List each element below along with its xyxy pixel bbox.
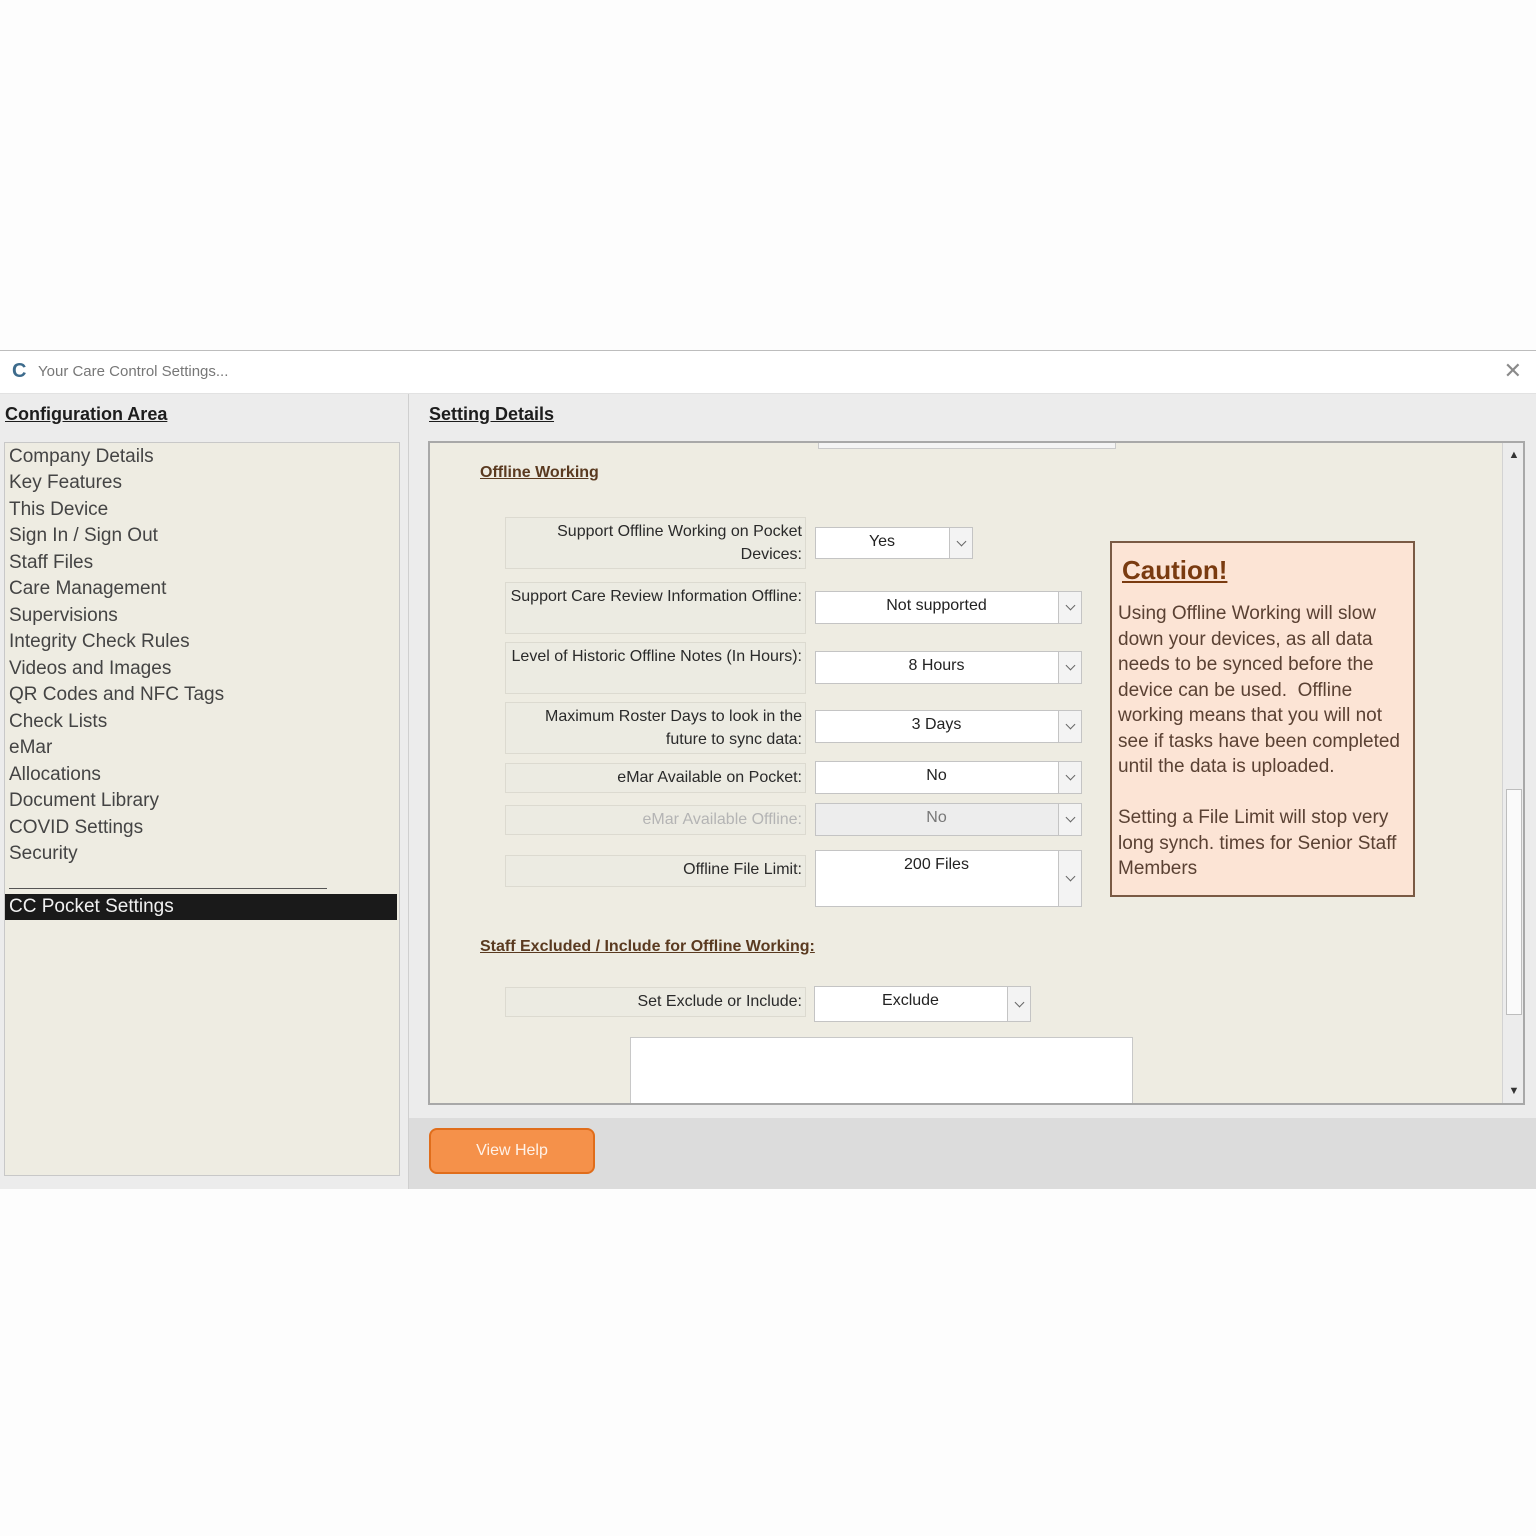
nav-item-check-lists[interactable]: Check Lists — [5, 709, 397, 735]
caution-box: Caution! Using Offline Working will slow… — [1110, 541, 1415, 897]
footer-bar: View Help — [409, 1118, 1536, 1189]
offline-working-heading: Offline Working — [480, 464, 599, 481]
partial-field-above — [818, 443, 1116, 449]
nav-item-document-library[interactable]: Document Library — [5, 788, 397, 814]
nav-item-integrity-check-rules[interactable]: Integrity Check Rules — [5, 629, 397, 655]
emar-offline-select: No — [815, 803, 1082, 836]
view-help-button[interactable]: View Help — [429, 1128, 595, 1174]
nav-divider — [9, 888, 327, 889]
setting-details-heading: Setting Details — [429, 404, 555, 424]
vertical-scrollbar[interactable]: ▲ ▼ — [1502, 443, 1523, 1103]
staff-exclude-heading: Staff Excluded / Include for Offline Wor… — [480, 938, 815, 955]
staff-list-box[interactable] — [630, 1037, 1133, 1103]
chevron-down-icon[interactable] — [1058, 851, 1081, 906]
chevron-down-icon[interactable] — [1058, 711, 1081, 742]
support-offline-label: Support Offline Working on Pocket Device… — [505, 517, 806, 569]
nav-item-security[interactable]: Security — [5, 841, 397, 867]
configuration-list: Company Details Key Features This Device… — [4, 442, 400, 1176]
nav-item-care-management[interactable]: Care Management — [5, 576, 397, 602]
emar-offline-label: eMar Available Offline: — [505, 805, 806, 835]
scroll-down-arrow-icon[interactable]: ▼ — [1506, 1084, 1522, 1098]
caution-title: Caution! — [1122, 555, 1228, 585]
chevron-down-icon[interactable] — [1007, 987, 1030, 1021]
historic-notes-value: 8 Hours — [908, 657, 965, 674]
configuration-pane: Configuration Area Company Details Key F… — [0, 394, 409, 1189]
settings-window: C Your Care Control Settings... ✕ Config… — [0, 350, 1536, 1189]
support-offline-select[interactable]: Yes — [815, 527, 973, 559]
emar-pocket-select[interactable]: No — [815, 761, 1082, 794]
nav-item-supervisions[interactable]: Supervisions — [5, 603, 397, 629]
settings-scroll-area: Offline Working Support Offline Working … — [428, 441, 1525, 1105]
nav-item-company-details[interactable]: Company Details — [5, 444, 397, 470]
nav-item-videos-and-images[interactable]: Videos and Images — [5, 656, 397, 682]
nav-item-cc-pocket-settings[interactable]: CC Pocket Settings — [5, 894, 397, 920]
setting-details-pane: Setting Details Offline Working Support … — [409, 394, 1536, 1189]
emar-pocket-label: eMar Available on Pocket: — [505, 763, 806, 793]
nav-item-covid-settings[interactable]: COVID Settings — [5, 815, 397, 841]
care-review-offline-label: Support Care Review Information Offline: — [505, 582, 806, 634]
window-title: Your Care Control Settings... — [38, 363, 229, 380]
file-limit-value: 200 Files — [904, 856, 969, 873]
roster-days-label: Maximum Roster Days to look in the futur… — [505, 702, 806, 754]
file-limit-label: Offline File Limit: — [505, 855, 806, 887]
nav-item-this-device[interactable]: This Device — [5, 497, 397, 523]
support-offline-value: Yes — [868, 533, 896, 550]
chevron-down-icon[interactable] — [1058, 762, 1081, 793]
close-icon[interactable]: ✕ — [1504, 359, 1522, 383]
scroll-up-arrow-icon[interactable]: ▲ — [1506, 448, 1522, 462]
chevron-down-icon[interactable] — [1058, 652, 1081, 683]
historic-notes-select[interactable]: 8 Hours — [815, 651, 1082, 684]
nav-item-staff-files[interactable]: Staff Files — [5, 550, 397, 576]
caution-text: Using Offline Working will slow down you… — [1118, 603, 1401, 879]
configuration-area-heading: Configuration Area — [5, 404, 168, 424]
care-review-offline-select[interactable]: Not supported — [815, 591, 1082, 624]
chevron-down-icon[interactable] — [1058, 592, 1081, 623]
emar-pocket-value: No — [926, 767, 947, 784]
title-bar: C Your Care Control Settings... ✕ — [0, 351, 1536, 394]
care-control-logo-icon: C — [12, 360, 27, 382]
nav-item-allocations[interactable]: Allocations — [5, 762, 397, 788]
roster-days-select[interactable]: 3 Days — [815, 710, 1082, 743]
exclude-include-select[interactable]: Exclude — [814, 986, 1031, 1022]
nav-item-key-features[interactable]: Key Features — [5, 470, 397, 496]
historic-notes-label: Level of Historic Offline Notes (In Hour… — [505, 642, 806, 694]
nav-item-sign-in-sign-out[interactable]: Sign In / Sign Out — [5, 523, 397, 549]
emar-offline-value: No — [926, 809, 947, 826]
chevron-down-icon[interactable] — [949, 528, 972, 558]
roster-days-value: 3 Days — [911, 716, 962, 733]
scroll-thumb[interactable] — [1506, 789, 1522, 1015]
care-review-offline-value: Not supported — [886, 597, 987, 614]
file-limit-select[interactable]: 200 Files — [815, 850, 1082, 907]
nav-item-qr-codes-and-nfc-tags[interactable]: QR Codes and NFC Tags — [5, 682, 397, 708]
chevron-down-icon — [1058, 804, 1081, 835]
nav-item-emar[interactable]: eMar — [5, 735, 397, 761]
exclude-include-value: Exclude — [882, 992, 939, 1009]
exclude-include-label: Set Exclude or Include: — [505, 987, 806, 1017]
